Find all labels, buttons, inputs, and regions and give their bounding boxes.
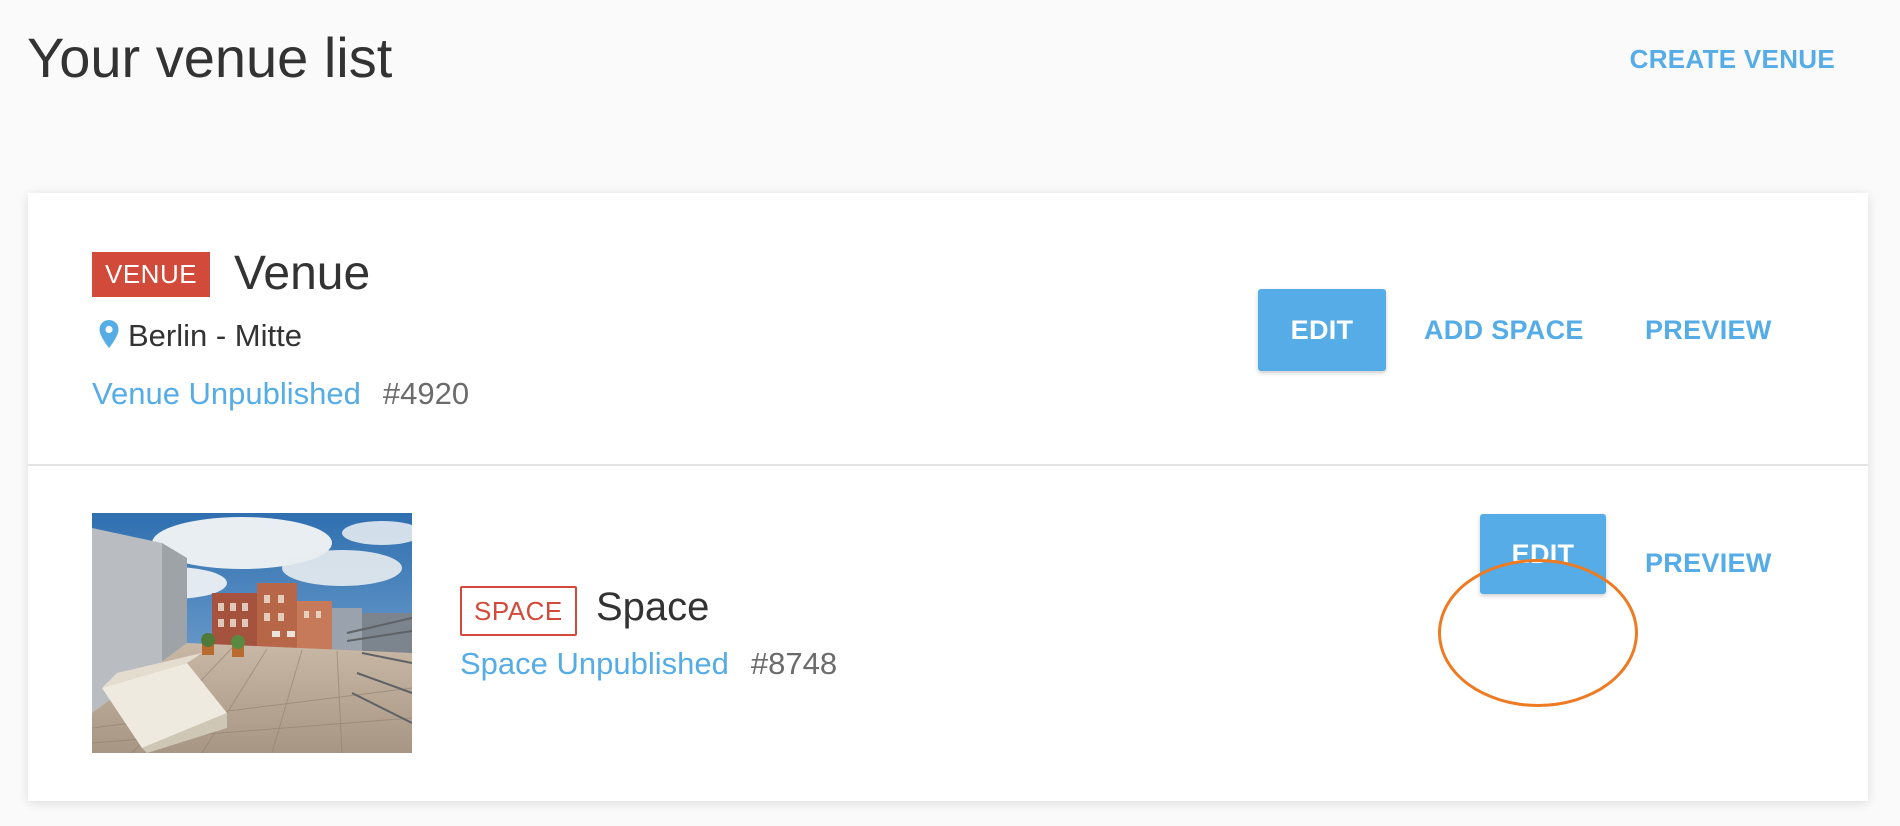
venue-location: Berlin - Mitte bbox=[98, 318, 302, 354]
page-header: Your venue list CREATE VENUE bbox=[0, 0, 1900, 120]
space-id: #8748 bbox=[750, 646, 838, 681]
space-status-link[interactable]: Space Unpublished bbox=[460, 646, 729, 682]
space-thumbnail[interactable] bbox=[92, 513, 412, 753]
venue-row: VENUE Venue Berlin - Mitte Venue Unpubli… bbox=[28, 193, 1868, 466]
create-venue-button[interactable]: CREATE VENUE bbox=[1630, 44, 1835, 75]
space-status-line: Space Unpublished #8748 bbox=[460, 646, 837, 682]
venue-card: VENUE Venue Berlin - Mitte Venue Unpubli… bbox=[28, 193, 1868, 801]
venue-name: Venue bbox=[234, 247, 371, 300]
map-pin-icon bbox=[98, 319, 120, 354]
rooftop-terrace-photo bbox=[92, 513, 412, 753]
space-name: Space bbox=[596, 585, 710, 629]
venue-status-link[interactable]: Venue Unpublished bbox=[92, 376, 361, 412]
space-type-badge: SPACE bbox=[460, 586, 577, 636]
venue-preview-button[interactable]: PREVIEW bbox=[1645, 313, 1772, 347]
space-edit-button[interactable]: EDIT bbox=[1480, 514, 1606, 594]
venue-status-line: Venue Unpublished #4920 bbox=[92, 376, 469, 412]
page-title: Your venue list bbox=[27, 26, 393, 89]
venue-edit-button[interactable]: EDIT bbox=[1258, 289, 1386, 371]
add-space-button[interactable]: ADD SPACE bbox=[1424, 313, 1584, 347]
venue-id: #4920 bbox=[382, 376, 470, 411]
space-preview-button[interactable]: PREVIEW bbox=[1645, 546, 1772, 580]
venue-type-badge: VENUE bbox=[92, 252, 211, 297]
location-label: Berlin - Mitte bbox=[128, 318, 302, 353]
